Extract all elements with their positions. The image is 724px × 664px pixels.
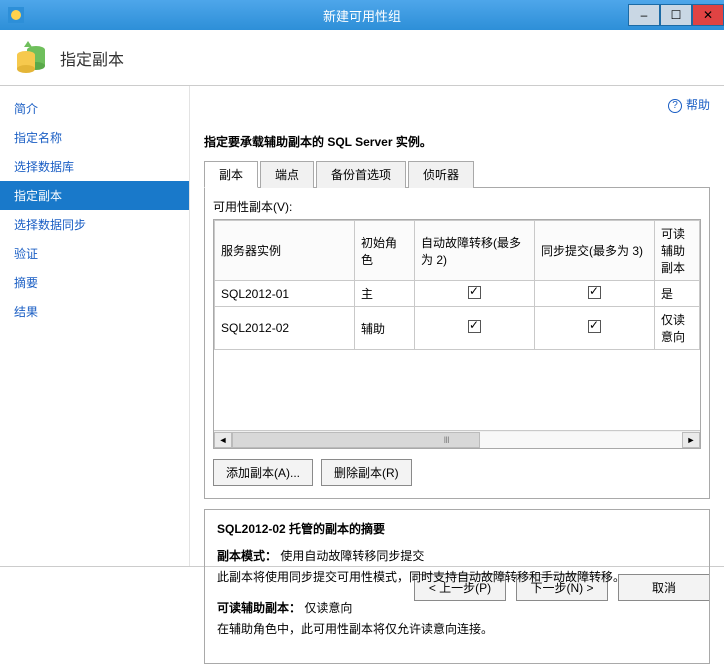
- tab-bar: 副本 端点 备份首选项 侦听器: [204, 160, 710, 188]
- summary-mode-value: 使用自动故障转移同步提交: [280, 549, 424, 563]
- summary-title: SQL2012-02 托管的副本的摘要: [217, 520, 697, 537]
- tab-backup[interactable]: 备份首选项: [316, 161, 406, 188]
- scroll-track[interactable]: Ⅲ: [232, 432, 682, 448]
- replica-grid: 服务器实例 初始角色 自动故障转移(最多为 2) 同步提交(最多为 3) 可读辅…: [213, 219, 701, 449]
- replica-panel: 可用性副本(V): 服务器实例 初始角色 自动故障转移(最多为 2) 同步提交(…: [204, 188, 710, 499]
- col-readable[interactable]: 可读辅助副本: [655, 221, 700, 281]
- col-role[interactable]: 初始角色: [355, 221, 415, 281]
- summary-readable-label: 可读辅助副本：: [217, 601, 301, 615]
- page-title: 指定副本: [60, 46, 124, 70]
- cell-server: SQL2012-02: [215, 307, 355, 350]
- cell-readable[interactable]: 仅读意向: [655, 307, 700, 350]
- nav-item-summary[interactable]: 摘要: [0, 268, 189, 297]
- add-replica-button[interactable]: 添加副本(A)...: [213, 459, 313, 486]
- remove-replica-button[interactable]: 删除副本(R): [321, 459, 412, 486]
- failover-checkbox[interactable]: [468, 320, 481, 333]
- col-sync[interactable]: 同步提交(最多为 3): [535, 221, 655, 281]
- help-link[interactable]: 帮助: [686, 98, 710, 112]
- table-row[interactable]: SQL2012-02 辅助 仅读意向: [215, 307, 700, 350]
- failover-checkbox[interactable]: [468, 286, 481, 299]
- cell-server: SQL2012-01: [215, 281, 355, 307]
- nav-item-sync[interactable]: 选择数据同步: [0, 210, 189, 239]
- database-icon: [14, 41, 48, 75]
- help-icon: ?: [668, 99, 682, 113]
- main-content: ? 帮助 指定要承载辅助副本的 SQL Server 实例。 副本 端点 备份首选…: [190, 86, 724, 566]
- scroll-thumb[interactable]: [232, 432, 480, 448]
- titlebar: 新建可用性组 – ☐ ✕: [0, 0, 724, 30]
- nav-item-result[interactable]: 结果: [0, 297, 189, 326]
- cell-role: 主: [355, 281, 415, 307]
- table-row[interactable]: SQL2012-01 主 是: [215, 281, 700, 307]
- summary-mchildren-desc: 此副本将使用同步提交可用性模式，同时支持自动故障转移和手动故障转移。: [217, 568, 697, 585]
- nav-item-validate[interactable]: 验证: [0, 239, 189, 268]
- replica-summary: SQL2012-02 托管的副本的摘要 副本模式： 使用自动故障转移同步提交 此…: [204, 509, 710, 664]
- page-header: 指定副本: [0, 30, 724, 86]
- nav-item-replica[interactable]: 指定副本: [0, 181, 189, 210]
- tab-endpoint[interactable]: 端点: [260, 161, 314, 188]
- col-server[interactable]: 服务器实例: [215, 221, 355, 281]
- summary-readable-desc: 在辅助角色中，此可用性副本将仅允许读意向连接。: [217, 620, 697, 637]
- cell-role: 辅助: [355, 307, 415, 350]
- scroll-right-arrow[interactable]: ►: [682, 432, 700, 448]
- summary-mode-label: 副本模式：: [217, 549, 277, 563]
- grid-empty-area: [214, 350, 700, 430]
- replica-sublabel: 可用性副本(V):: [213, 198, 701, 215]
- tab-listener[interactable]: 侦听器: [408, 161, 474, 188]
- tab-replica[interactable]: 副本: [204, 161, 258, 188]
- app-icon: [6, 5, 26, 25]
- nav-item-intro[interactable]: 简介: [0, 94, 189, 123]
- cell-readable[interactable]: 是: [655, 281, 700, 307]
- col-failover[interactable]: 自动故障转移(最多为 2): [415, 221, 535, 281]
- horizontal-scrollbar[interactable]: ◄ Ⅲ ►: [214, 430, 700, 448]
- close-button[interactable]: ✕: [692, 4, 724, 26]
- wizard-nav: 简介 指定名称 选择数据库 指定副本 选择数据同步 验证 摘要 结果: [0, 86, 190, 566]
- sync-checkbox[interactable]: [588, 320, 601, 333]
- summary-readable-value: 仅读意向: [304, 601, 352, 615]
- minimize-button[interactable]: –: [628, 4, 660, 26]
- maximize-button[interactable]: ☐: [660, 4, 692, 26]
- sync-checkbox[interactable]: [588, 286, 601, 299]
- instruction-text: 指定要承载辅助副本的 SQL Server 实例。: [204, 133, 710, 150]
- scroll-left-arrow[interactable]: ◄: [214, 432, 232, 448]
- nav-item-name[interactable]: 指定名称: [0, 123, 189, 152]
- window-title: 新建可用性组: [0, 6, 724, 25]
- nav-item-database[interactable]: 选择数据库: [0, 152, 189, 181]
